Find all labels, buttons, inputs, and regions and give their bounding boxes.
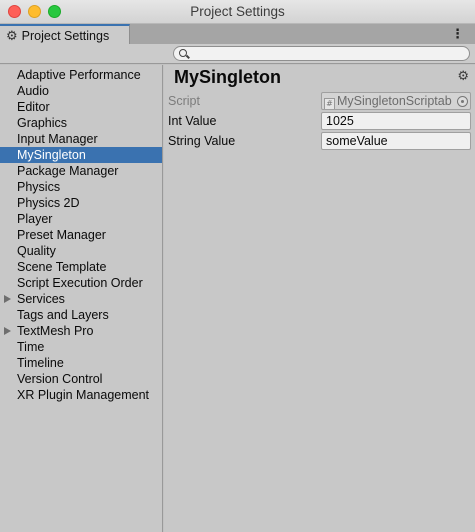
sidebar-item-label: Physics 2D <box>17 196 80 210</box>
script-field-row: Script # MySingletonScriptab <box>168 92 471 111</box>
sidebar-item-label: Scene Template <box>17 260 107 274</box>
sidebar-item-mysingleton[interactable]: MySingleton <box>0 147 162 163</box>
sidebar-item-script-execution-order[interactable]: Script Execution Order <box>0 275 162 291</box>
inspector-panel: MySingleton ⚙ Script # MySingletonScripta… <box>164 65 475 532</box>
string-value-row: String Value someValue <box>168 132 471 151</box>
title-bar: Project Settings <box>0 0 475 24</box>
sidebar-item-label: Script Execution Order <box>17 276 143 290</box>
int-value-row: Int Value 1025 <box>168 112 471 131</box>
sidebar-item-label: Tags and Layers <box>17 308 109 322</box>
settings-gear-icon[interactable]: ⚙ <box>457 68 469 84</box>
sidebar-item-time[interactable]: Time <box>0 339 162 355</box>
object-picker-icon[interactable] <box>457 96 468 107</box>
sidebar-item-scene-template[interactable]: Scene Template <box>0 259 162 275</box>
sidebar-item-label: Physics <box>17 180 61 194</box>
sidebar-item-label: Quality <box>17 244 56 258</box>
sidebar-item-label: TextMesh Pro <box>17 324 94 338</box>
int-value-label: Int Value <box>168 114 217 128</box>
sidebar-item-label: Time <box>17 340 45 354</box>
tab-project-settings[interactable]: ⚙ Project Settings <box>0 24 130 45</box>
tab-bar: ⚙ Project Settings ⋮ <box>0 24 475 45</box>
string-value-input[interactable]: someValue <box>321 132 471 150</box>
sidebar-item-timeline[interactable]: Timeline <box>0 355 162 371</box>
sidebar-item-physics[interactable]: Physics <box>0 179 162 195</box>
settings-sidebar: Adaptive Performance Audio Editor Graphics I… <box>0 65 163 532</box>
more-options-icon[interactable]: ⋮ <box>451 26 464 42</box>
search-input[interactable] <box>173 46 470 61</box>
script-value: MySingletonScriptab <box>337 94 452 108</box>
sidebar-item-adaptive-performance[interactable]: Adaptive Performance <box>0 67 162 83</box>
sidebar-item-quality[interactable]: Quality <box>0 243 162 259</box>
sidebar-item-label: Version Control <box>17 372 103 386</box>
sidebar-item-audio[interactable]: Audio <box>0 83 162 99</box>
script-file-icon: # <box>324 98 335 109</box>
expand-arrow-icon[interactable] <box>4 295 11 303</box>
sidebar-item-player[interactable]: Player <box>0 211 162 227</box>
sidebar-item-label: Player <box>17 212 53 226</box>
sidebar-item-label: XR Plugin Management <box>17 388 150 402</box>
sidebar-item-label: MySingleton <box>17 148 86 162</box>
sidebar-item-editor[interactable]: Editor <box>0 99 162 115</box>
string-value-label: String Value <box>168 134 236 148</box>
sidebar-item-xr-plugin-management[interactable]: XR Plugin Management <box>0 387 162 403</box>
sidebar-item-label: Services <box>17 292 65 306</box>
sidebar-item-graphics[interactable]: Graphics <box>0 115 162 131</box>
sidebar-item-tags-and-layers[interactable]: Tags and Layers <box>0 307 162 323</box>
sidebar-item-input-manager[interactable]: Input Manager <box>0 131 162 147</box>
sidebar-item-preset-manager[interactable]: Preset Manager <box>0 227 162 243</box>
sidebar-item-textmesh-pro[interactable]: TextMesh Pro <box>0 323 162 339</box>
sidebar-item-label: Input Manager <box>17 132 98 146</box>
sidebar-item-package-manager[interactable]: Package Manager <box>0 163 162 179</box>
sidebar-item-label: Editor <box>17 100 50 114</box>
sidebar-item-services[interactable]: Services <box>0 291 162 307</box>
sidebar-item-physics-2d[interactable]: Physics 2D <box>0 195 162 211</box>
script-label: Script <box>168 94 200 108</box>
gear-icon: ⚙ <box>6 27 18 43</box>
int-value-input[interactable]: 1025 <box>321 112 471 130</box>
sidebar-item-version-control[interactable]: Version Control <box>0 371 162 387</box>
sidebar-item-label: Preset Manager <box>17 228 106 242</box>
window-title: Project Settings <box>190 4 285 19</box>
tab-label: Project Settings <box>21 28 110 43</box>
sidebar-item-label: Timeline <box>17 356 64 370</box>
sidebar-item-label: Adaptive Performance <box>17 68 141 82</box>
sidebar-item-label: Graphics <box>17 116 68 130</box>
page-title: MySingleton <box>174 67 281 87</box>
search-icon <box>179 49 187 57</box>
script-object-field: # MySingletonScriptab <box>321 92 471 110</box>
sidebar-item-label: Package Manager <box>17 164 119 178</box>
search-bar <box>0 44 475 64</box>
expand-arrow-icon[interactable] <box>4 327 11 335</box>
sidebar-item-label: Audio <box>17 84 49 98</box>
